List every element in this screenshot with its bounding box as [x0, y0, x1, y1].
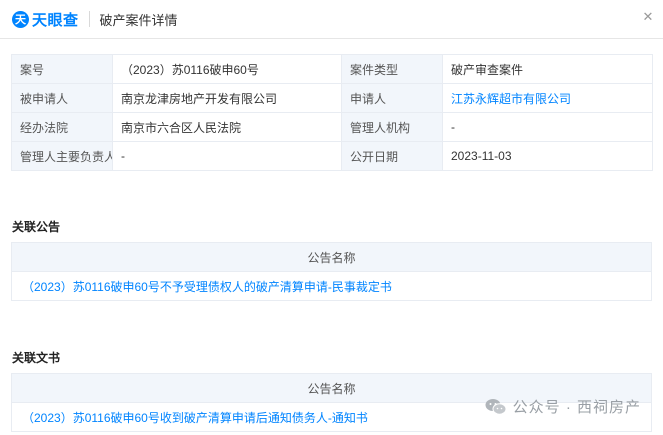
publish-date-value: 2023-11-03	[442, 141, 653, 171]
administrator-value: -	[442, 112, 653, 142]
administrator-head-label: 管理人主要负责人	[11, 141, 113, 171]
applicant-link[interactable]: 江苏永辉超市有限公司	[451, 92, 571, 106]
case-number-label: 案号	[11, 54, 113, 84]
close-icon[interactable]: ✕	[641, 10, 655, 24]
logo-icon: 天	[12, 10, 29, 28]
announcements-section-title: 关联公告	[12, 220, 61, 234]
case-info-table: 案号 （2023）苏0116破申60号 案件类型 破产审查案件 被申请人 南京龙…	[11, 54, 653, 171]
info-row: 被申请人 南京龙津房地产开发有限公司 申请人 江苏永辉超市有限公司	[11, 83, 653, 113]
announcement-cell: （2023）苏0116破申60号不予受理债权人的破产清算申请-民事裁定书	[11, 271, 652, 301]
administrator-head-value: -	[112, 141, 342, 171]
document-link[interactable]: （2023）苏0116破申60号收到破产清算申请后通知债务人-通知书	[22, 411, 368, 425]
table-row: （2023）苏0116破申60号不予受理债权人的破产清算申请-民事裁定书	[11, 271, 652, 301]
header-divider	[88, 11, 90, 27]
publish-date-label: 公开日期	[341, 141, 443, 171]
announcements-table: 公告名称 （2023）苏0116破申60号不予受理债权人的破产清算申请-民事裁定…	[11, 242, 652, 301]
info-row: 经办法院 南京市六合区人民法院 管理人机构 -	[11, 112, 653, 142]
respondent-label: 被申请人	[11, 83, 113, 113]
page-title: 破产案件详情	[99, 12, 178, 28]
documents-section-title: 关联文书	[12, 351, 61, 365]
case-number-value: （2023）苏0116破申60号	[112, 54, 342, 84]
wechat-icon	[485, 398, 507, 415]
announcement-link[interactable]: （2023）苏0116破申60号不予受理债权人的破产清算申请-民事裁定书	[22, 280, 392, 294]
tianyancha-logo[interactable]: 天 天眼查	[12, 9, 79, 30]
info-row: 案号 （2023）苏0116破申60号 案件类型 破产审查案件	[11, 54, 653, 84]
applicant-label: 申请人	[341, 83, 443, 113]
table-header-row: 公告名称	[11, 242, 652, 272]
logo-text: 天眼查	[32, 11, 79, 29]
respondent-value: 南京龙津房地产开发有限公司	[112, 83, 342, 113]
court-value: 南京市六合区人民法院	[112, 112, 342, 142]
administrator-label: 管理人机构	[341, 112, 443, 142]
page-header: 天 天眼查 破产案件详情 ✕	[0, 0, 663, 39]
info-row: 管理人主要负责人 - 公开日期 2023-11-03	[11, 141, 653, 171]
watermark-text: 公众号 · 西祠房产	[512, 399, 641, 416]
watermark: 公众号 · 西祠房产	[485, 396, 641, 417]
case-type-label: 案件类型	[341, 54, 443, 84]
case-type-value: 破产审查案件	[442, 54, 653, 84]
announcement-name-header: 公告名称	[11, 242, 652, 272]
court-label: 经办法院	[11, 112, 113, 142]
applicant-cell: 江苏永辉超市有限公司	[442, 83, 653, 113]
